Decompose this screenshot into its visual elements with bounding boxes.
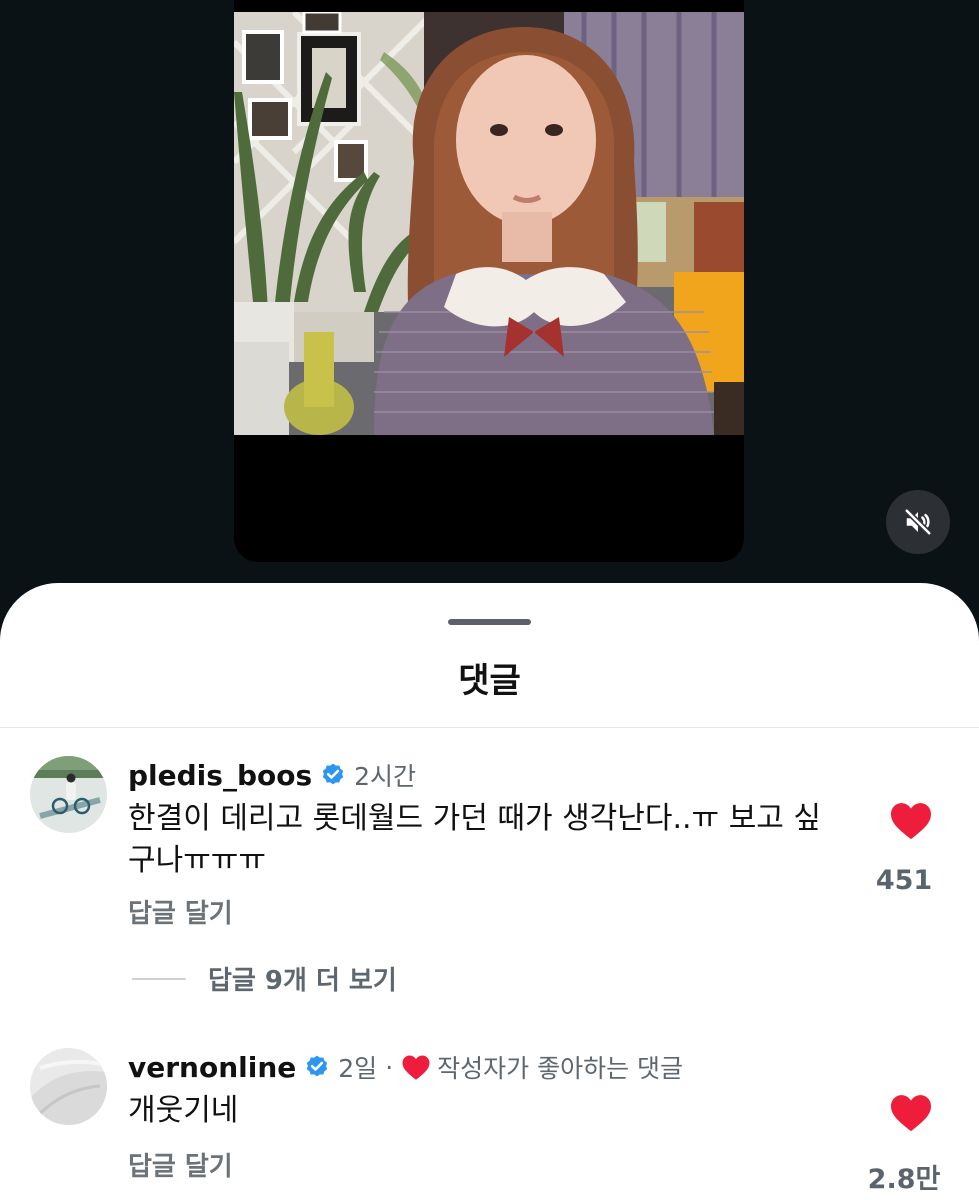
like-count: 451 <box>875 865 933 896</box>
video-player[interactable] <box>0 0 979 600</box>
avatar-image <box>30 1048 107 1125</box>
author-liked-label: 작성자가 좋아하는 댓글 <box>437 1054 684 1083</box>
reply-button[interactable]: 답글 달기 <box>128 893 233 930</box>
drag-handle[interactable] <box>448 619 531 625</box>
verified-badge-icon <box>307 1055 328 1077</box>
username[interactable]: vernonline <box>128 1051 296 1084</box>
like-count: 2.8만 <box>867 1164 941 1195</box>
timestamp: 2시간 <box>354 762 417 791</box>
speaker-muted-icon <box>903 507 933 537</box>
mute-button[interactable] <box>886 490 950 554</box>
comment-text: 한결이 데리고 롯데월드 가던 때가 생각난다..ㅠ 보고 싶구나ㅠㅠㅠ <box>128 801 822 878</box>
reply-thread-line <box>132 977 186 980</box>
reply-button[interactable]: 답글 달기 <box>128 1146 233 1183</box>
comment-header: vernonline 2일 · 작성자가 좋아하는 댓글 <box>128 1049 683 1085</box>
view-more-replies-label: 답글 9개 더 보기 <box>208 966 397 996</box>
video-still <box>234 12 744 435</box>
timestamp: 2일 <box>338 1054 378 1083</box>
separator-dot: · <box>385 1052 394 1082</box>
comment-header: pledis_boos 2시간 <box>128 757 416 793</box>
heart-icon[interactable] <box>889 1093 933 1133</box>
view-more-replies[interactable]: 답글 9개 더 보기 <box>132 960 397 997</box>
author-liked-heart-icon <box>402 1054 430 1080</box>
comment-text: 개웃기네 <box>128 1093 239 1128</box>
avatar-image <box>30 756 107 833</box>
heart-icon[interactable] <box>889 801 933 841</box>
username[interactable]: pledis_boos <box>128 759 312 792</box>
avatar[interactable] <box>30 1048 107 1125</box>
video-frame[interactable] <box>234 0 744 562</box>
avatar[interactable] <box>30 756 107 833</box>
comments-sheet: 댓글 pledis_boos 2시간 한결이 데리고 롯데월드 가던 때가 생각… <box>0 583 979 1200</box>
divider <box>0 727 979 728</box>
sheet-title: 댓글 <box>458 661 521 701</box>
verified-badge-icon <box>322 763 344 785</box>
